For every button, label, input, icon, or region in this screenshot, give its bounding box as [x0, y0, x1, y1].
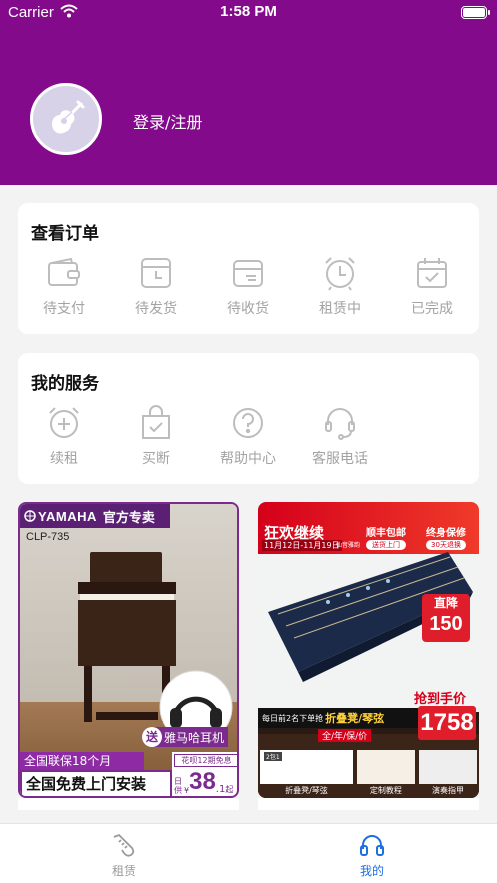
shopping-bag-check-icon [138, 405, 174, 441]
alarm-clock-icon [322, 255, 358, 291]
gift-item-tutorial: 定制教程 [356, 742, 415, 798]
guarantee-sub-text: 30天退换 [426, 540, 466, 550]
profile-header: Carrier 1:58 PM 登录/注册 [0, 0, 497, 185]
warranty-text: 全国联保18个月 [24, 754, 112, 768]
service-renew[interactable]: 续租 [18, 405, 110, 468]
guarantee-badge: 终身保修 30天退换 [426, 524, 466, 550]
orders-title: 查看订单 [31, 224, 99, 244]
service-buyout-label: 买断 [142, 451, 170, 467]
promo-prefix-text: 每日前2名下单抢 [262, 713, 324, 723]
gift-badge: 送 [142, 727, 162, 747]
banner-left-footer [18, 798, 239, 810]
gift-items-row: 2包1 折叠凳/琴弦 定制教程 演奏指甲 [258, 742, 479, 798]
order-pending-receipt-label: 待收货 [227, 301, 269, 317]
shipping-badge: 顺丰包邮 送货上门 [366, 524, 406, 550]
battery-icon [461, 6, 490, 19]
price-suffix: 起 [225, 785, 234, 794]
orders-card: 查看订单 待支付 待发货 待收货 租赁中 已完成 [18, 203, 479, 334]
promo-item-text: 折叠凳/琴弦 [325, 712, 385, 725]
warranty-strip: 全国联保18个月 [20, 752, 144, 770]
order-completed[interactable]: 已完成 [386, 255, 478, 318]
order-renting[interactable]: 租赁中 [294, 255, 386, 318]
tab-rent[interactable]: 租赁 [84, 832, 164, 879]
service-renew-label: 续租 [50, 451, 78, 467]
promo-line: 每日前2名下单抢 折叠凳/琴弦 [258, 708, 418, 728]
headphones-icon [360, 835, 384, 856]
headset-icon [322, 405, 358, 441]
install-text: 全国免费上门安装 [26, 775, 147, 793]
piano-model-label: CLP-735 [26, 531, 70, 543]
order-renting-label: 租赁中 [319, 301, 361, 317]
price-box: 花呗12期免息 日供 ¥ 38 .1 起 [172, 752, 237, 796]
status-bar: Carrier 1:58 PM [0, 0, 497, 26]
yamaha-store-text: 官方专卖 [102, 510, 155, 526]
alarm-plus-icon [46, 405, 82, 441]
yamaha-brand-text: YAMAHA [38, 508, 97, 524]
gift-item-picks: 演奏指甲 [418, 742, 478, 798]
brand-text: 仙音雅韵 [336, 542, 361, 549]
install-strip: 全国免费上门安装 [20, 770, 172, 796]
tutorial-image [356, 750, 415, 784]
services-card: 我的服务 续租 买断 帮助中心 客服电话 [18, 353, 479, 484]
guitar-icon [52, 100, 85, 134]
daily-price: 38 [189, 768, 216, 795]
tab-rent-label: 租赁 [111, 864, 136, 878]
guarantee-text: 终身保修 [426, 528, 466, 539]
box-clock-icon [138, 255, 174, 291]
tab-bar: 租赁 我的 [0, 823, 497, 883]
price-drop-label: 直降 [433, 596, 458, 610]
gift-item-stool-label: 折叠凳/琴弦 [260, 784, 353, 798]
tab-mine[interactable]: 我的 [332, 832, 412, 879]
daily-price-decimal: .1 [215, 784, 226, 795]
yamaha-logo: YAMAHA [24, 509, 97, 524]
event-dates: 11月12日-11月19日 [262, 540, 342, 551]
order-pending-shipment[interactable]: 待发货 [110, 255, 202, 318]
banner-guzheng[interactable]: 狂欢继续 11月12日-11月19日 仙音雅韵 顺丰包邮 送货上门 终身保修 3… [258, 502, 479, 798]
order-pending-payment-label: 待支付 [43, 301, 85, 317]
price-drop-badge: 直降 150 [422, 594, 470, 642]
gift-item-tutorial-label: 定制教程 [356, 784, 415, 798]
package-icon [230, 255, 266, 291]
order-pending-receipt[interactable]: 待收货 [202, 255, 294, 318]
services-title: 我的服务 [31, 374, 99, 394]
picks-image [418, 750, 478, 784]
wallet-icon [46, 255, 82, 291]
installment-text: 花呗12期免息 [174, 754, 237, 767]
promo-sub-text: 全/年/保/价 [318, 729, 372, 742]
status-time: 1:58 PM [220, 3, 277, 20]
shipping-text: 顺丰包邮 [366, 528, 406, 539]
service-help-center-label: 帮助中心 [220, 451, 276, 467]
per-day-label: 日供 [174, 777, 182, 795]
tab-mine-label: 我的 [359, 864, 384, 878]
service-buyout[interactable]: 买断 [110, 405, 202, 468]
gift-tag: 送 雅马哈耳机 [142, 727, 229, 747]
price-drop-value: 150 [429, 613, 463, 635]
gift-item-picks-label: 演奏指甲 [418, 784, 478, 798]
question-circle-icon [230, 405, 266, 441]
order-pending-shipment-label: 待发货 [135, 301, 177, 317]
bag-note: 2包1 [264, 752, 282, 761]
calendar-check-icon [414, 255, 450, 291]
saxophone-icon [113, 833, 135, 857]
login-register-link[interactable]: 登录/注册 [133, 109, 202, 133]
grab-price-value: 1758 [418, 706, 476, 740]
grab-price-label: 抢到手价 [414, 692, 467, 707]
service-customer-phone[interactable]: 客服电话 [294, 405, 386, 468]
shipping-sub-text: 送货上门 [366, 540, 406, 550]
banner-yamaha-piano[interactable]: YAMAHA 官方专卖 CLP-735 送 雅马哈耳机 全国联保18个月 全国免… [18, 502, 239, 798]
service-customer-phone-label: 客服电话 [312, 451, 368, 467]
gift-item-stool: 2包1 折叠凳/琴弦 [260, 742, 353, 798]
order-pending-payment[interactable]: 待支付 [18, 255, 110, 318]
order-completed-label: 已完成 [411, 301, 453, 317]
gift-item-text: 雅马哈耳机 [164, 730, 225, 745]
banner-right-footer [258, 798, 479, 810]
stool-image: 2包1 [260, 750, 353, 784]
service-help-center[interactable]: 帮助中心 [202, 405, 294, 468]
avatar[interactable] [30, 83, 102, 155]
yamaha-header-strip: YAMAHA 官方专卖 [20, 504, 170, 528]
